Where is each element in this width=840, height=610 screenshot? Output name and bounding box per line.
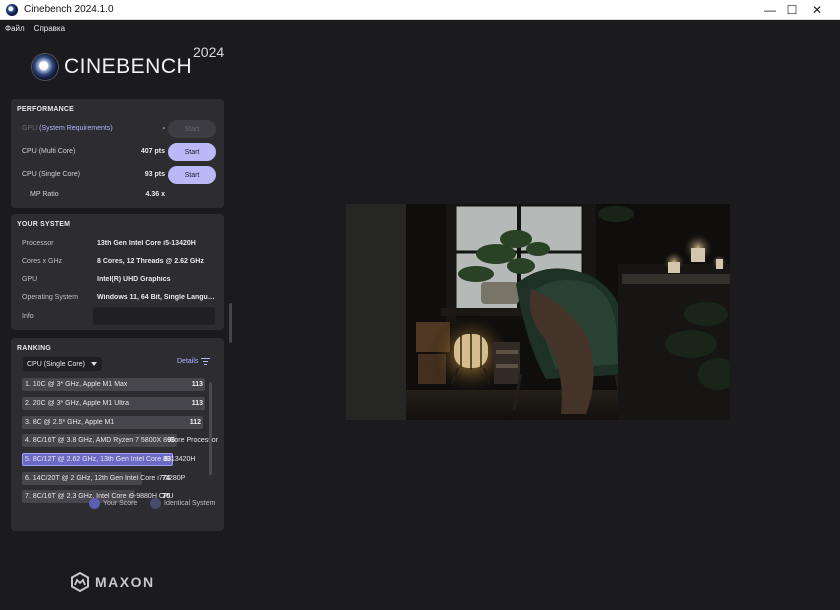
cpu-multi-row: CPU (Multi Core) 407 pts Start bbox=[11, 143, 224, 161]
os-key: Operating System bbox=[22, 294, 79, 301]
os-value: Windows 11, 64 Bit, Single Language Edit… bbox=[97, 294, 215, 301]
ranking-title: RANKING bbox=[17, 345, 52, 352]
ranking-score: 74 bbox=[162, 475, 170, 482]
ranking-label: 1. 10C @ 3* GHz, Apple M1 Max bbox=[25, 381, 128, 388]
render-preview-image bbox=[346, 204, 730, 420]
ranking-panel: RANKING CPU (Single Core) Details 1. 10C… bbox=[11, 338, 224, 531]
close-button[interactable]: ✕ bbox=[794, 0, 840, 20]
cinebench-logo: CINEBENCH bbox=[32, 54, 192, 80]
cpu-single-score: 93 pts bbox=[144, 171, 165, 178]
cinebench-sphere-icon bbox=[32, 54, 58, 80]
ranking-label: 3. 8C @ 2.5* GHz, Apple M1 bbox=[25, 419, 115, 426]
ranking-scrollbar[interactable] bbox=[209, 382, 212, 475]
ranking-score: 113 bbox=[191, 381, 203, 388]
logo-year: 2024 bbox=[193, 44, 225, 60]
gpu-info-row: GPU Intel(R) UHD Graphics bbox=[11, 271, 224, 289]
cores-key: Cores x GHz bbox=[22, 258, 63, 265]
menu-help[interactable]: Справка bbox=[34, 24, 65, 33]
cpu-single-start-button[interactable]: Start bbox=[168, 166, 216, 184]
filter-icon bbox=[201, 358, 211, 365]
menu-bar: Файл Справка bbox=[0, 20, 840, 36]
gpu-value: Intel(R) UHD Graphics bbox=[97, 276, 171, 283]
legend-your-score-label: Your Score bbox=[103, 500, 138, 507]
cores-row: Cores x GHz 8 Cores, 12 Threads @ 2.62 G… bbox=[11, 253, 224, 271]
left-panel-scrollbar[interactable] bbox=[229, 303, 232, 343]
ranking-score: 93 bbox=[163, 456, 171, 463]
logo-text: CINEBENCH bbox=[64, 55, 193, 78]
cpu-single-label: CPU (Single Core) bbox=[22, 171, 80, 178]
ranking-row[interactable]: 3. 8C @ 2.5* GHz, Apple M1 112 bbox=[22, 416, 203, 429]
ranking-score: 112 bbox=[189, 419, 201, 426]
cpu-multi-start-button[interactable]: Start bbox=[168, 143, 216, 161]
mp-ratio-label: MP Ratio bbox=[30, 191, 59, 198]
details-button[interactable]: Details bbox=[177, 358, 211, 365]
gpu-score: - bbox=[162, 125, 165, 132]
ranking-label: 4. 8C/16T @ 3.8 GHz, AMD Ryzen 7 5800X 8… bbox=[25, 437, 218, 444]
performance-title: PERFORMANCE bbox=[17, 106, 75, 113]
processor-key: Processor bbox=[22, 240, 54, 247]
processor-value: 13th Gen Intel Core i5-13420H bbox=[97, 240, 196, 247]
os-row: Operating System Windows 11, 64 Bit, Sin… bbox=[11, 289, 224, 307]
window-title: Cinebench 2024.1.0 bbox=[24, 4, 114, 15]
legend-your-score: Your Score bbox=[89, 498, 137, 509]
your-score-swatch bbox=[89, 498, 100, 509]
ranking-label: 2. 20C @ 3* GHz, Apple M1 Ultra bbox=[25, 400, 129, 407]
gpu-label: GPU (System Requirements) bbox=[22, 125, 113, 132]
cpu-multi-score: 407 pts bbox=[140, 148, 165, 155]
ranking-row-your-system[interactable]: 5. 8C/12T @ 2.62 GHz, 13th Gen Intel Cor… bbox=[22, 453, 195, 466]
ranking-score: 96 bbox=[167, 437, 175, 444]
performance-panel: PERFORMANCE GPU (System Requirements) - … bbox=[11, 99, 224, 208]
processor-row: Processor 13th Gen Intel Core i5-13420H bbox=[11, 235, 224, 253]
info-key: Info bbox=[22, 313, 34, 320]
maxon-cube-icon bbox=[71, 572, 89, 592]
maxon-text: MAXON bbox=[95, 574, 155, 590]
gpu-start-button: Start bbox=[168, 120, 216, 138]
gpu-row: GPU (System Requirements) - Start bbox=[11, 120, 224, 138]
legend-identical-system: Identical System bbox=[150, 498, 215, 509]
your-system-title: YOUR SYSTEM bbox=[17, 221, 71, 228]
menu-file[interactable]: Файл bbox=[5, 24, 25, 33]
legend-identical-system-label: Identical System bbox=[164, 500, 216, 507]
your-system-panel: YOUR SYSTEM Processor 13th Gen Intel Cor… bbox=[11, 214, 224, 330]
ranking-score: 113 bbox=[191, 400, 203, 407]
chevron-down-icon bbox=[91, 362, 97, 366]
cinebench-app-icon bbox=[6, 3, 18, 16]
mp-ratio-value: 4.36 x bbox=[145, 191, 165, 198]
maxon-logo: MAXON bbox=[70, 572, 155, 592]
ranking-row[interactable]: 1. 10C @ 3* GHz, Apple M1 Max 113 bbox=[22, 378, 205, 391]
mp-ratio-row: MP Ratio 4.36 x bbox=[11, 186, 224, 204]
details-label: Details bbox=[177, 358, 199, 365]
cpu-multi-label: CPU (Multi Core) bbox=[22, 148, 76, 155]
ranking-row[interactable]: 6. 14C/20T @ 2 GHz, 12th Gen Intel Core … bbox=[22, 472, 185, 485]
identical-system-swatch bbox=[150, 498, 161, 509]
ranking-test-selected: CPU (Single Core) bbox=[27, 360, 85, 368]
ranking-row[interactable]: 2. 20C @ 3* GHz, Apple M1 Ultra 113 bbox=[22, 397, 205, 410]
gpu-key: GPU bbox=[22, 276, 38, 283]
info-field[interactable] bbox=[93, 307, 215, 325]
cpu-single-row: CPU (Single Core) 93 pts Start bbox=[11, 166, 224, 184]
system-requirements-link[interactable]: (System Requirements) bbox=[39, 125, 113, 132]
cores-value: 8 Cores, 12 Threads @ 2.62 GHz bbox=[97, 258, 204, 265]
title-bar: Cinebench 2024.1.0 — ☐ ✕ bbox=[0, 0, 840, 20]
ranking-test-dropdown[interactable]: CPU (Single Core) bbox=[23, 357, 102, 371]
ranking-row[interactable]: 4. 8C/16T @ 3.8 GHz, AMD Ryzen 7 5800X 8… bbox=[22, 434, 218, 447]
